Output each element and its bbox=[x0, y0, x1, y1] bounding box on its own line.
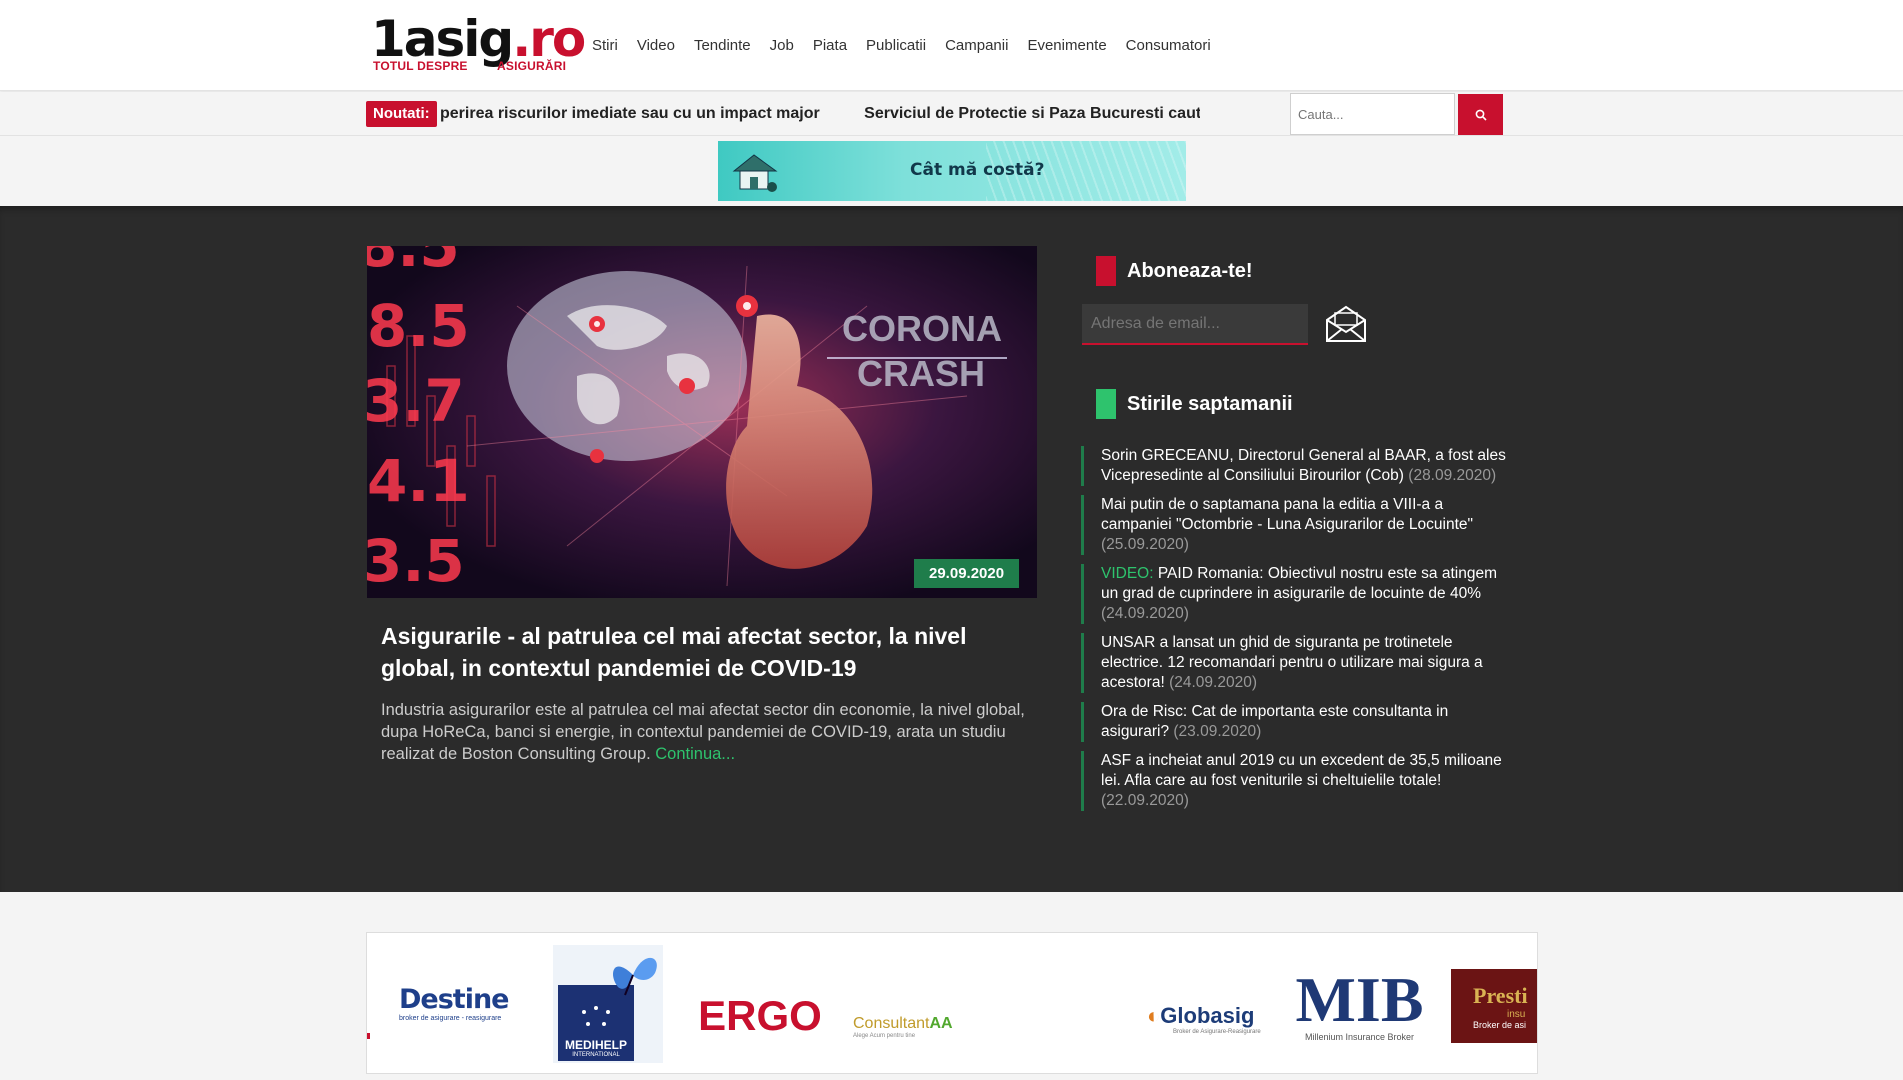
crash-text: CRASH bbox=[857, 353, 985, 394]
nav-piata[interactable]: Piata bbox=[813, 37, 847, 54]
email-field[interactable] bbox=[1082, 304, 1308, 345]
ticker-item[interactable]: Serviciul de Protectie si Paza Bucuresti… bbox=[864, 105, 1200, 122]
logo-wordmark: 1asig.ro bbox=[371, 10, 586, 68]
featured-description: Industria asigurarilor este al patrulea … bbox=[381, 699, 1031, 765]
nav-consumatori[interactable]: Consumatori bbox=[1126, 37, 1211, 54]
news-date: (24.09.2020) bbox=[1169, 674, 1257, 691]
corona-crash-illustration: 8.5 8.5 3.7 4.1 3.5 CORONA CRASH bbox=[367, 246, 1037, 598]
heading-accent-bar bbox=[1096, 389, 1116, 419]
news-title: Ora de Risc: Cat de importanta este cons… bbox=[1101, 703, 1449, 740]
partner-logo-mib[interactable]: MIB Millenium Insurance Broker bbox=[1296, 965, 1424, 1045]
stars-icon bbox=[582, 1006, 610, 1026]
news-title: Mai putin de o saptamana pana la editia … bbox=[1101, 496, 1473, 533]
banner-ad[interactable]: Cât mă costă? bbox=[718, 141, 1186, 201]
nav-evenimente[interactable]: Evenimente bbox=[1027, 37, 1106, 54]
partner-logo-medihelp[interactable]: MEDIHELP INTERNATIONAL bbox=[553, 945, 663, 1063]
nav-stiri[interactable]: Stiri bbox=[592, 37, 618, 54]
svg-text:8.5: 8.5 bbox=[367, 292, 470, 360]
banner-text: Cât mă costă? bbox=[910, 160, 1045, 180]
ticker-label: Noutati: bbox=[366, 101, 437, 127]
site-header: 1asig.ro TOTUL DESPRE ASIGURĂRI Stiri Vid… bbox=[0, 0, 1903, 91]
search-input[interactable] bbox=[1290, 93, 1455, 135]
weekly-news-heading: Stirile saptamanii bbox=[1096, 389, 1293, 419]
subscribe-heading: Aboneaza-te! bbox=[1096, 256, 1253, 286]
nav-video[interactable]: Video bbox=[637, 37, 675, 54]
envelope-icon[interactable] bbox=[1324, 304, 1368, 344]
nav-campanii[interactable]: Campanii bbox=[945, 37, 1008, 54]
news-date: (28.09.2020) bbox=[1408, 467, 1497, 484]
nav-job[interactable]: Job bbox=[770, 37, 794, 54]
site-logo[interactable]: 1asig.ro TOTUL DESPRE ASIGURĂRI bbox=[371, 10, 586, 74]
house-icon bbox=[732, 154, 778, 192]
partners-carousel: Destine broker de asigurare - reasigurar… bbox=[366, 932, 1538, 1074]
video-tag: VIDEO: bbox=[1101, 565, 1158, 582]
partner-logo-consultant-aa[interactable]: ConsultantAA Alege Acum pentru tine bbox=[853, 1009, 973, 1045]
search-button[interactable] bbox=[1458, 94, 1503, 135]
featured-date-badge: 29.09.2020 bbox=[914, 559, 1020, 588]
continue-link[interactable]: Continua... bbox=[655, 745, 735, 763]
main-nav: Stiri Video Tendinte Job Piata Publicati… bbox=[592, 37, 1230, 54]
weekly-news-list: Sorin GRECEANU, Directorul General al BA… bbox=[1081, 446, 1511, 820]
svg-text:3.7: 3.7 bbox=[367, 367, 465, 435]
partner-logo-prestige[interactable]: Presti insu Broker de asi bbox=[1451, 969, 1537, 1043]
butterfly-icon bbox=[613, 957, 657, 996]
featured-image[interactable]: 8.5 8.5 3.7 4.1 3.5 CORONA CRASH bbox=[367, 246, 1037, 598]
svg-text:8.5: 8.5 bbox=[367, 246, 460, 280]
ticker-item[interactable]: perirea riscurilor imediate sau cu un im… bbox=[440, 105, 820, 122]
search-icon bbox=[1475, 109, 1487, 121]
featured-title-link[interactable]: Asigurarile - al patrulea cel mai afecta… bbox=[381, 620, 1001, 684]
weekly-news-item[interactable]: ASF a incheiat anul 2019 cu un excedent … bbox=[1081, 751, 1511, 811]
news-date: (23.09.2020) bbox=[1173, 723, 1262, 740]
corona-text: CORONA bbox=[842, 308, 1002, 349]
weekly-news-item[interactable]: Mai putin de o saptamana pana la editia … bbox=[1081, 495, 1511, 555]
news-title: ASF a incheiat anul 2019 cu un excedent … bbox=[1101, 752, 1502, 789]
partner-logo-globasig[interactable]: ◐Globasig Broker de Asigurare-Reasigurar… bbox=[1147, 999, 1272, 1039]
news-date: (24.09.2020) bbox=[1101, 605, 1189, 622]
news-ticker-bar: Noutati: perirea riscurilor imediate sau… bbox=[0, 92, 1903, 136]
news-title: PAID Romania: Obiectivul nostru este sa … bbox=[1101, 565, 1498, 602]
partner-logo-destine[interactable]: Destine broker de asigurare - reasigurar… bbox=[399, 973, 524, 1033]
partner-logo-ergo[interactable]: ERGO bbox=[698, 992, 822, 1039]
weekly-news-item[interactable]: Ora de Risc: Cat de importanta este cons… bbox=[1081, 702, 1511, 742]
weekly-news-heading-text: Stirile saptamanii bbox=[1127, 392, 1293, 415]
svg-text:4.1: 4.1 bbox=[367, 447, 470, 515]
nav-tendinte[interactable]: Tendinte bbox=[694, 37, 751, 54]
svg-text:3.5: 3.5 bbox=[367, 527, 465, 595]
weekly-news-item[interactable]: UNSAR a lansat un ghid de siguranta pe t… bbox=[1081, 633, 1511, 693]
weekly-news-item[interactable]: Sorin GRECEANU, Directorul General al BA… bbox=[1081, 446, 1511, 486]
nav-publicatii[interactable]: Publicatii bbox=[866, 37, 926, 54]
subscribe-heading-text: Aboneaza-te! bbox=[1127, 259, 1253, 282]
news-title: UNSAR a lansat un ghid de siguranta pe t… bbox=[1101, 634, 1483, 691]
news-date: (22.09.2020) bbox=[1101, 792, 1189, 809]
heading-accent-bar bbox=[1096, 256, 1116, 286]
news-date: (25.09.2020) bbox=[1101, 536, 1189, 553]
weekly-news-item[interactable]: VIDEO: PAID Romania: Obiectivul nostru e… bbox=[1081, 564, 1511, 624]
carousel-edge-mark bbox=[367, 1033, 370, 1039]
ticker-scroller: perirea riscurilor imediate sau cu un im… bbox=[440, 103, 1200, 125]
logo-tagline: TOTUL DESPRE ASIGURĂRI bbox=[373, 59, 567, 73]
